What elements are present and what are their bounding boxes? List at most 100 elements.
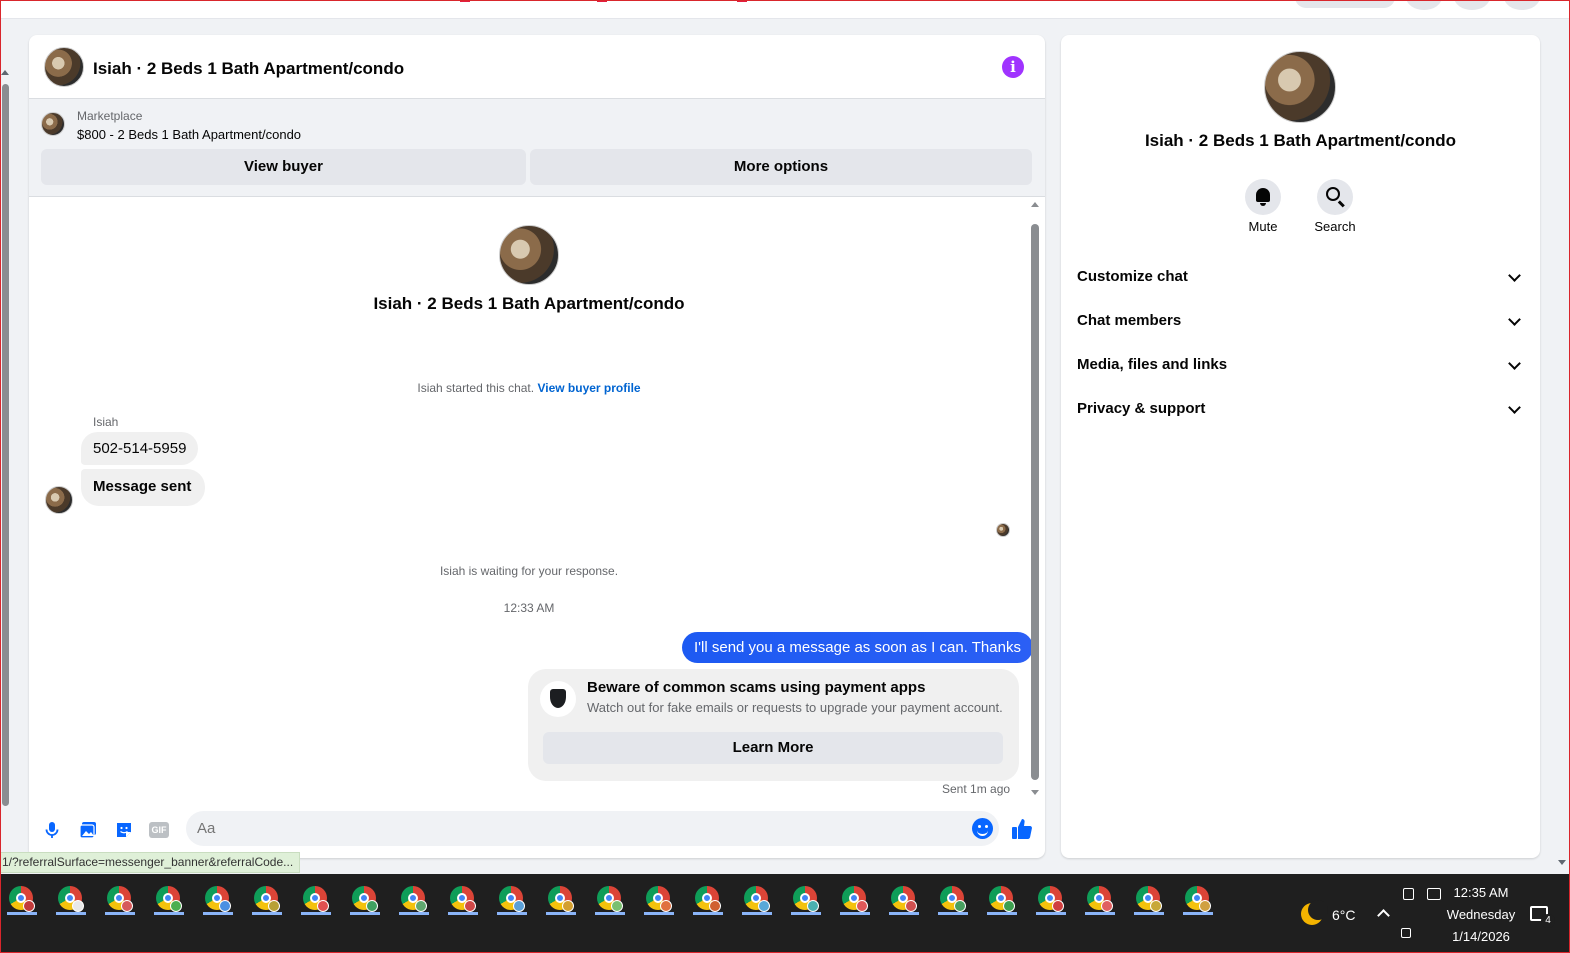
thumbs-up-icon[interactable] [1010, 817, 1034, 841]
taskbar-chrome-app[interactable] [399, 884, 429, 916]
taskbar: 6°C 12:35 AM Wednesday 1/14/2026 4 [0, 874, 1570, 953]
incoming-message[interactable]: Message sent [81, 469, 206, 506]
view-buyer-button[interactable]: View buyer [41, 149, 526, 185]
page-scrollbar[interactable] [0, 70, 11, 810]
profile-badge-icon [170, 900, 182, 912]
chevron-down-icon [1508, 313, 1521, 326]
scroll-up-arrow-icon[interactable] [1, 70, 9, 75]
taskbar-chrome-app[interactable] [1085, 884, 1115, 916]
profile-badge-icon [758, 900, 770, 912]
more-options-button[interactable]: More options [530, 149, 1032, 185]
profile-badge-icon [1052, 900, 1064, 912]
taskbar-chrome-app[interactable] [154, 884, 184, 916]
search-circle[interactable] [1317, 179, 1353, 215]
messages-scrollbar[interactable] [1030, 202, 1040, 795]
profile-badge-icon [709, 900, 721, 912]
volume-icon[interactable] [1401, 928, 1411, 938]
section-privacy-support[interactable]: Privacy & support [1061, 387, 1540, 431]
taskbar-chrome-app[interactable] [1183, 884, 1213, 916]
taskbar-chrome-app[interactable] [350, 884, 380, 916]
gif-icon[interactable]: GIF [149, 822, 169, 838]
chat-title[interactable]: Isiah · 2 Beds 1 Bath Apartment/condo [93, 59, 404, 79]
taskbar-chrome-app[interactable] [938, 884, 968, 916]
taskbar-chrome-app[interactable] [987, 884, 1017, 916]
taskbar-chrome-app[interactable] [252, 884, 282, 916]
active-indicator [7, 912, 37, 915]
chat-started-text: Isiah started this chat. [417, 381, 535, 395]
top-menu-button[interactable] [1406, 0, 1442, 10]
page-scrollbar-thumb[interactable] [2, 84, 9, 806]
search-button[interactable]: Search [1305, 179, 1365, 234]
taskbar-chrome-app[interactable] [693, 884, 723, 916]
network-icon[interactable] [1427, 888, 1441, 900]
moon-icon[interactable] [1301, 900, 1328, 925]
photo-icon[interactable] [78, 820, 98, 840]
taskbar-chrome-app[interactable] [301, 884, 331, 916]
message-input[interactable] [186, 811, 999, 846]
details-avatar[interactable] [1264, 51, 1336, 123]
clock-date[interactable]: 1/14/2026 [1440, 929, 1522, 944]
mute-circle[interactable] [1245, 179, 1281, 215]
info-icon[interactable]: i [1002, 56, 1024, 78]
scroll-down-arrow-icon[interactable] [1031, 790, 1039, 795]
top-notifications-button[interactable] [1454, 0, 1490, 10]
intro-avatar[interactable] [499, 225, 559, 285]
scam-warning-text: Watch out for fake emails or requests to… [587, 700, 1003, 715]
taskbar-chrome-app[interactable] [105, 884, 135, 916]
section-chat-members[interactable]: Chat members [1061, 299, 1540, 343]
mute-button[interactable]: Mute [1233, 179, 1293, 234]
chevron-up-icon[interactable] [1377, 909, 1390, 922]
profile-badge-icon [807, 900, 819, 912]
taskbar-chrome-app[interactable] [840, 884, 870, 916]
active-indicator [301, 912, 331, 915]
chat-avatar[interactable] [44, 47, 84, 87]
learn-more-button[interactable]: Learn More [543, 732, 1003, 764]
taskbar-chrome-app[interactable] [546, 884, 576, 916]
listing-thumbnail[interactable] [41, 112, 65, 136]
taskbar-chrome-app[interactable] [1134, 884, 1164, 916]
profile-badge-icon [905, 900, 917, 912]
microphone-icon[interactable] [42, 820, 62, 840]
top-tab-marker [597, 0, 607, 2]
bell-icon [1256, 188, 1270, 206]
active-indicator [154, 912, 184, 915]
incoming-message[interactable]: 502-514-5959 [81, 432, 199, 465]
active-indicator [1183, 912, 1213, 915]
taskbar-chrome-app[interactable] [497, 884, 527, 916]
section-media-files-links[interactable]: Media, files and links [1061, 343, 1540, 387]
active-indicator [1085, 912, 1115, 915]
clock-day[interactable]: Wednesday [1440, 907, 1522, 922]
weather-temperature[interactable]: 6°C [1332, 907, 1356, 923]
taskbar-chrome-app[interactable] [791, 884, 821, 916]
top-tab-marker [737, 0, 747, 2]
messages-scrollbar-thumb[interactable] [1031, 224, 1039, 780]
view-buyer-profile-link[interactable]: View buyer profile [537, 381, 640, 395]
taskbar-chrome-app[interactable] [644, 884, 674, 916]
meet-now-icon[interactable] [1403, 888, 1414, 900]
details-title: Isiah · 2 Beds 1 Bath Apartment/condo [1144, 131, 1457, 150]
sticker-icon[interactable] [114, 820, 134, 840]
taskbar-chrome-app[interactable] [7, 884, 37, 916]
scroll-down-arrow-icon[interactable] [1558, 860, 1566, 865]
taskbar-chrome-app[interactable] [742, 884, 772, 916]
outgoing-message[interactable]: I'll send you a message as soon as I can… [682, 632, 1033, 663]
taskbar-chrome-app[interactable] [448, 884, 478, 916]
profile-badge-icon [415, 900, 427, 912]
clock-time[interactable]: 12:35 AM [1440, 885, 1522, 900]
taskbar-chrome-app[interactable] [889, 884, 919, 916]
listing-title[interactable]: $800 - 2 Beds 1 Bath Apartment/condo [77, 127, 301, 142]
taskbar-chrome-app[interactable] [56, 884, 86, 916]
top-account-avatar[interactable] [1504, 0, 1540, 10]
active-indicator [350, 912, 380, 915]
scroll-up-arrow-icon[interactable] [1031, 202, 1039, 207]
emoji-icon[interactable] [972, 818, 993, 839]
taskbar-chrome-app[interactable] [595, 884, 625, 916]
section-customize-chat[interactable]: Customize chat [1061, 255, 1540, 299]
top-search-pill[interactable] [1295, 0, 1395, 8]
section-label: Media, files and links [1077, 356, 1228, 373]
message-list[interactable]: Isiah · 2 Beds 1 Bath Apartment/condo Is… [29, 197, 1045, 807]
taskbar-chrome-app[interactable] [203, 884, 233, 916]
active-indicator [252, 912, 282, 915]
taskbar-chrome-app[interactable] [1036, 884, 1066, 916]
sender-avatar[interactable] [45, 486, 73, 514]
